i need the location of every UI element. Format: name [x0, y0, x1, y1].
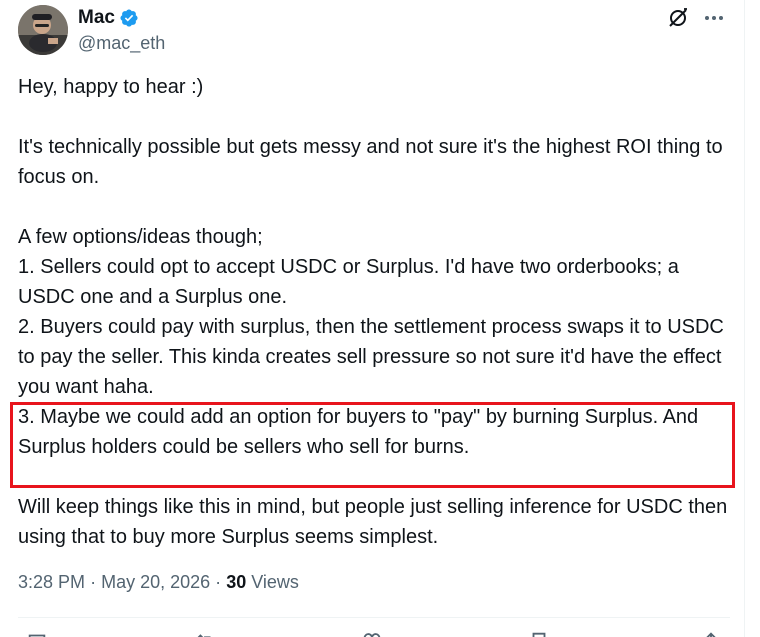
- tweet-option: 1. Sellers could opt to accept USDC or S…: [18, 256, 685, 308]
- reply-icon[interactable]: [26, 630, 48, 637]
- author-names: Mac @mac_eth: [78, 7, 165, 54]
- views-count: 30: [226, 572, 247, 592]
- tweet-paragraph: A few options/ideas though;: [18, 226, 263, 248]
- tweet-paragraph: Will keep things like this in mind, but …: [18, 496, 733, 548]
- tweet-time[interactable]: 3:28 PM: [18, 572, 85, 592]
- tweet-card: Mac @mac_eth Hey, happy to hear:) It's …: [0, 0, 745, 637]
- divider: [18, 617, 730, 618]
- action-bar: [18, 630, 730, 637]
- avatar-image: [18, 5, 68, 55]
- meta-separator: ·: [90, 572, 97, 592]
- handle[interactable]: @mac_eth: [78, 33, 165, 54]
- avatar[interactable]: [18, 5, 68, 55]
- tweet-date[interactable]: May 20, 2026: [101, 572, 210, 592]
- views-label: Views: [251, 572, 299, 592]
- grok-icon[interactable]: [666, 6, 690, 30]
- meta-separator: ·: [215, 572, 222, 592]
- tweet-meta: 3:28 PM · May 20, 2026 · 30 Views: [18, 572, 299, 593]
- display-name[interactable]: Mac: [78, 7, 115, 29]
- share-icon[interactable]: [700, 630, 722, 637]
- verified-badge-icon: [119, 8, 139, 28]
- like-icon[interactable]: [361, 630, 383, 637]
- tweet-paragraph: It's technically possible but gets messy…: [18, 136, 729, 188]
- more-icon[interactable]: [702, 6, 726, 30]
- highlight-box: [10, 402, 735, 488]
- tweet-header: Mac @mac_eth: [18, 5, 730, 57]
- bookmark-icon[interactable]: [528, 630, 550, 637]
- tweet-option: 2. Buyers could pay with surplus, then t…: [18, 316, 730, 398]
- repost-icon[interactable]: [194, 630, 216, 637]
- tweet-paragraph: Hey, happy to hear :): [18, 76, 204, 98]
